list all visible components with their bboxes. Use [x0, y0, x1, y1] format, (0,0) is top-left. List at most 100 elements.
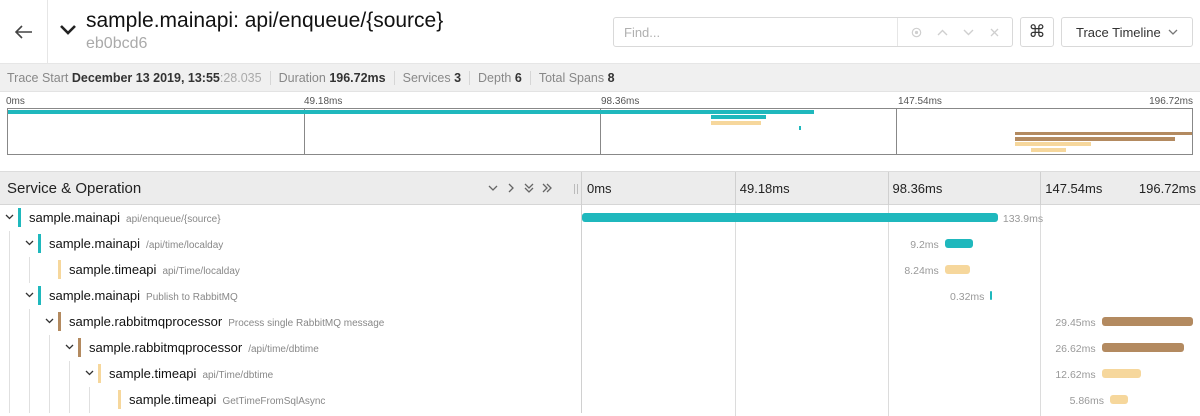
span-row[interactable]: sample.timeapi api/Time/localday 8.24ms — [0, 257, 1200, 283]
duration-value: 196.72ms — [329, 70, 386, 85]
span-duration-label: 12.62ms — [1055, 369, 1096, 381]
span-row[interactable]: sample.mainapi/api/time/localday 9.2ms — [0, 231, 1200, 257]
timeline-header: Service & Operation 0ms 49.18ms 98.36ms 147… — [0, 172, 1200, 205]
span-row[interactable]: sample.rabbitmqprocessor Process single R… — [0, 309, 1200, 335]
expand-all-icon[interactable] — [540, 180, 554, 196]
minimap-span-bar — [1014, 136, 1176, 141]
operation-name: api/Time/dbtime — [202, 370, 274, 381]
divider — [529, 70, 531, 85]
depth-label: Depth — [478, 70, 512, 85]
tree-guide-line — [89, 387, 90, 413]
chevron-down-icon[interactable] — [3, 211, 15, 223]
operation-name: api/Time/localday — [162, 266, 240, 277]
collapse-all-icon[interactable] — [522, 180, 536, 196]
minimap-span-bar — [1014, 142, 1091, 147]
span-duration-label: 26.62ms — [1055, 343, 1096, 355]
service-color-marker — [38, 234, 41, 253]
tree-guide-line — [9, 309, 10, 335]
find-tools — [897, 18, 1012, 46]
operation-name: /api/time/dbtime — [248, 344, 319, 355]
span-duration-label: 29.45ms — [1055, 317, 1096, 329]
span-service-name[interactable]: sample.rabbitmqprocessor Process single R… — [69, 314, 384, 329]
span-service-name[interactable]: sample.rabbitmqprocessor/api/time/dbtime — [89, 340, 319, 355]
find-input[interactable] — [614, 18, 897, 46]
chevron-down-icon[interactable] — [23, 237, 35, 249]
tree-guide-line — [49, 387, 50, 413]
span-row-label-cell: sample.mainapi Publish to RabbitMQ — [0, 283, 582, 309]
chevron-down-icon[interactable] — [43, 315, 55, 327]
back-button[interactable] — [0, 0, 48, 64]
span-duration-bar[interactable] — [944, 239, 974, 248]
timeline-header-divider — [734, 172, 736, 205]
chevron-up-icon[interactable] — [930, 20, 954, 44]
minimap-gridline — [304, 109, 305, 154]
service-color-marker — [58, 312, 61, 331]
services-value: 3 — [454, 70, 462, 85]
span-service-name[interactable]: sample.timeapi api/Time/dbtime — [109, 366, 273, 381]
tree-guide-line — [49, 335, 50, 361]
keyboard-shortcuts-button[interactable]: ⌘ — [1020, 17, 1054, 47]
services-label: Services — [402, 70, 451, 85]
view-select[interactable]: Trace Timeline — [1061, 17, 1193, 47]
span-duration-bar[interactable] — [1110, 395, 1129, 404]
span-service-name[interactable]: sample.mainapi api/enqueue/{source} — [29, 210, 221, 225]
trace-start-value: December 13 2019, 13:55 — [71, 70, 220, 85]
span-duration-bar[interactable] — [990, 291, 993, 300]
tree-guide-line — [29, 387, 30, 413]
service-name-text: sample.rabbitmqprocessor — [89, 340, 243, 355]
service-name-text: sample.rabbitmqprocessor — [69, 314, 223, 329]
tree-guide-line — [9, 257, 10, 283]
column-resizer[interactable] — [574, 184, 578, 194]
expand-one-icon[interactable] — [504, 180, 518, 196]
minimap-tick-label: 147.54ms — [898, 96, 942, 107]
span-duration-bar[interactable] — [1101, 317, 1194, 326]
span-duration-bar[interactable] — [1101, 369, 1141, 378]
span-duration-bar[interactable] — [944, 265, 971, 274]
tree-guide-line — [69, 361, 70, 387]
chevron-down-icon[interactable] — [63, 341, 75, 353]
span-row[interactable]: sample.timeapi GetTimeFromSqlAsync 5.86ms — [0, 387, 1200, 413]
trace-header: sample.mainapi: api/enqueue/{source} eb0… — [0, 0, 1200, 64]
minimap-canvas[interactable] — [7, 108, 1193, 155]
trace-minimap[interactable]: 0ms 49.18ms 98.36ms 147.54ms 196.72ms — [0, 92, 1200, 172]
collapse-trace-button[interactable] — [56, 18, 80, 42]
divider — [469, 70, 471, 85]
span-service-name[interactable]: sample.timeapi api/Time/localday — [69, 262, 240, 277]
minimap-span-bar — [1031, 147, 1067, 152]
chevron-down-icon[interactable] — [23, 289, 35, 301]
tree-guide-line — [29, 335, 30, 361]
service-name-text: sample.timeapi — [69, 262, 157, 277]
span-service-name[interactable]: sample.mainapi Publish to RabbitMQ — [49, 288, 238, 303]
span-duration-bar[interactable] — [1101, 343, 1185, 352]
span-duration-label: 0.32ms — [950, 291, 985, 303]
depth-value: 6 — [514, 70, 522, 85]
service-color-marker — [18, 208, 21, 227]
timeline-tick-label: 98.36ms — [892, 181, 943, 196]
total-spans-label: Total Spans — [538, 70, 605, 85]
span-service-name[interactable]: sample.timeapi GetTimeFromSqlAsync — [129, 392, 325, 407]
span-row[interactable]: sample.mainapi Publish to RabbitMQ 0.32ms — [0, 283, 1200, 309]
close-icon[interactable] — [982, 20, 1006, 44]
minimap-tick-label: 0ms — [6, 96, 25, 107]
span-row-label-cell: sample.timeapi api/Time/dbtime — [0, 361, 582, 387]
timeline-header-divider — [1040, 172, 1042, 205]
service-color-marker — [38, 286, 41, 305]
service-name-text: sample.mainapi — [29, 210, 121, 225]
chevron-down-icon[interactable] — [83, 367, 95, 379]
minimap-span-bar — [710, 120, 761, 125]
tree-guide-line — [69, 387, 70, 413]
trace-start-ms: :28.035 — [219, 70, 262, 85]
span-row[interactable]: sample.mainapi api/enqueue/{source} 133.9m… — [0, 205, 1200, 231]
span-duration-bar[interactable] — [582, 213, 998, 222]
collapse-one-icon[interactable] — [486, 180, 500, 196]
expand-collapse-tools — [486, 180, 554, 196]
chevron-down-icon[interactable] — [956, 20, 980, 44]
span-row[interactable]: sample.timeapi api/Time/dbtime 12.62ms — [0, 361, 1200, 387]
span-row[interactable]: sample.rabbitmqprocessor/api/time/dbtime… — [0, 335, 1200, 361]
span-service-name[interactable]: sample.mainapi/api/time/localday — [49, 236, 223, 251]
timeline-tick-label: 147.54ms — [1045, 181, 1103, 196]
timeline-header-divider — [887, 172, 889, 205]
tree-guide-line — [29, 361, 30, 387]
locate-icon[interactable] — [904, 20, 928, 44]
timeline-tick-label: 196.72ms — [1138, 181, 1196, 196]
